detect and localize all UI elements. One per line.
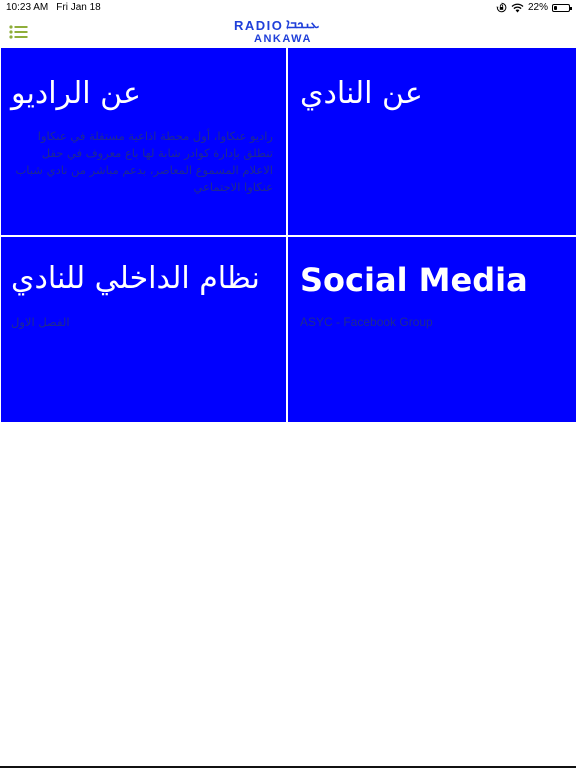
logo-script-text: ܥܢܟܒܐ <box>286 17 320 32</box>
status-right: 22% <box>496 2 572 13</box>
menu-button[interactable] <box>8 22 30 42</box>
tile-club-bylaws[interactable]: نظام الداخلي للنادي الفصل الاول <box>1 237 286 422</box>
radio-ankawa-logo: RADIO ܥܢܟܒܐ ANKAWA <box>234 17 344 46</box>
nav-bar: RADIO ܥܢܟܒܐ ANKAWA <box>0 16 576 48</box>
status-date: Fri Jan 18 <box>56 2 101 13</box>
tile-title: Social Media <box>300 261 528 299</box>
tile-title: عن النادي <box>300 76 423 111</box>
tile-social-media[interactable]: Social Media ASYC - Facebook Group <box>288 237 576 422</box>
logo-ankawa-text: ANKAWA <box>254 33 312 45</box>
tile-description: ASYC - Facebook Group <box>300 315 433 329</box>
status-left: 10:23 AM Fri Jan 18 <box>6 2 101 13</box>
tile-title: عن الراديو <box>11 76 141 111</box>
tile-description: الفصل الاول <box>11 315 70 329</box>
battery-level <box>554 5 557 10</box>
tile-title: نظام الداخلي للنادي <box>11 261 260 296</box>
tile-about-radio[interactable]: عن الراديو راديو عنكاوا، أول محطة اذاعية… <box>1 48 286 235</box>
logo-radio-text: RADIO <box>234 18 284 33</box>
battery-percent: 22% <box>527 2 548 13</box>
status-time: 10:23 AM <box>6 2 49 13</box>
battery-tip <box>570 6 572 10</box>
tile-description: راديو عنكاوا، أول محطة اذاعية مستقلة في … <box>15 129 273 194</box>
list-icon <box>9 25 28 39</box>
lock-rotation-icon <box>496 2 507 13</box>
wifi-icon <box>511 3 524 12</box>
tile-about-club[interactable]: عن النادي <box>288 48 576 235</box>
tile-grid: عن الراديو راديو عنكاوا، أول محطة اذاعية… <box>0 48 576 422</box>
battery-icon <box>552 3 572 12</box>
status-bar: 10:23 AM Fri Jan 18 22% <box>0 0 576 16</box>
